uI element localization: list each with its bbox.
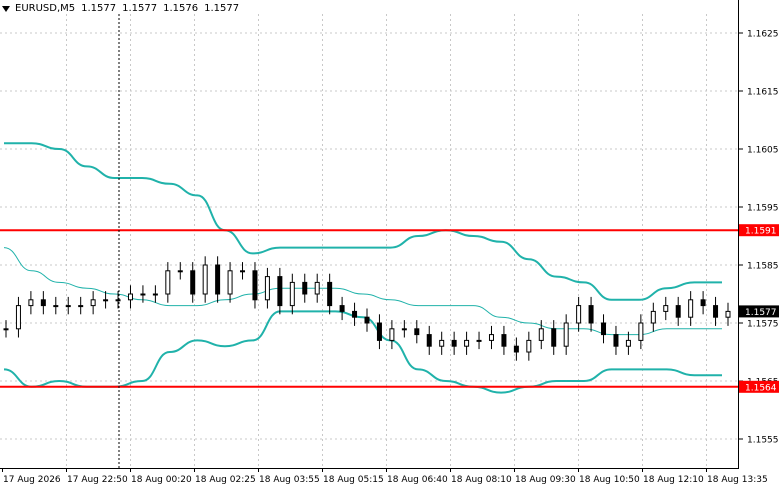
candle-body <box>451 339 457 347</box>
candle-body <box>364 316 370 324</box>
time-tick-label: 17 Aug 22:50 <box>67 475 128 485</box>
candle-body <box>401 328 407 331</box>
time-tick-label: 18 Aug 00:20 <box>131 475 192 485</box>
time-tick-label: 18 Aug 03:55 <box>259 475 320 485</box>
candle-body <box>28 299 34 307</box>
candle-body <box>190 270 196 295</box>
time-tick-label: 18 Aug 09:30 <box>515 475 576 485</box>
price-tick-label: 1.1575 <box>747 320 779 330</box>
candle-body <box>488 334 494 341</box>
price-tick-label: 1.1625 <box>747 30 779 40</box>
candle-body <box>78 305 84 308</box>
candle-body <box>327 281 333 307</box>
time-tick-label: 17 Aug 2026 <box>3 475 61 485</box>
candle-body <box>713 305 719 318</box>
candle-body <box>526 339 532 353</box>
candle-body <box>65 305 71 308</box>
price-tick-label: 1.1585 <box>747 262 779 272</box>
candle-body <box>700 299 706 307</box>
candle-body <box>464 339 470 347</box>
candle-body <box>501 334 507 347</box>
candle-body <box>90 299 96 307</box>
candle-body <box>40 299 46 307</box>
candle-body <box>376 322 382 341</box>
candle-body <box>588 305 594 324</box>
high-value: 1.1577 <box>122 3 158 14</box>
candle-body <box>638 322 644 341</box>
candle-body <box>650 310 656 324</box>
candle-body <box>177 270 183 273</box>
level-high-label: 1.1591 <box>745 227 777 237</box>
candle-body <box>688 299 694 318</box>
chart-title-bar: EURUSD,M5 1.1577 1.1577 1.1576 1.1577 <box>2 3 239 14</box>
time-tick-label: 18 Aug 05:15 <box>323 475 384 485</box>
candle-body <box>140 293 146 296</box>
candle-body <box>352 310 358 318</box>
candle-body <box>252 270 258 301</box>
candle-body <box>227 270 233 295</box>
candle-body <box>613 334 619 347</box>
price-tick-label: 1.1595 <box>747 204 779 214</box>
time-tick-label: 18 Aug 02:25 <box>195 475 256 485</box>
candle-body <box>663 305 669 312</box>
time-tick-label: 18 Aug 06:40 <box>387 475 448 485</box>
candle-body <box>103 299 109 302</box>
symbol-label: EURUSD,M5 <box>15 3 76 14</box>
candle-body <box>264 276 270 301</box>
candle-body <box>165 270 171 295</box>
candle-body <box>215 264 221 295</box>
candle-body <box>439 339 445 347</box>
close-value: 1.1577 <box>204 3 240 14</box>
chart-background <box>0 0 781 489</box>
candle-body <box>277 276 283 307</box>
candle-body <box>53 305 59 308</box>
price-tick-label: 1.1615 <box>747 88 779 98</box>
time-tick-label: 18 Aug 10:50 <box>579 475 640 485</box>
candle-body <box>314 281 320 295</box>
price-axis-background <box>739 0 781 489</box>
candle-body <box>476 339 482 342</box>
candle-body <box>302 281 308 295</box>
time-tick-label: 18 Aug 08:10 <box>451 475 512 485</box>
current-price-label: 1.1577 <box>745 308 777 318</box>
candle-body <box>725 310 731 318</box>
candle-body <box>240 270 246 273</box>
chart-window[interactable]: 1.1625 1.1615 1.1605 1.1595 1.1585 1.1575 1.15… <box>0 0 781 489</box>
candle-body <box>601 322 607 336</box>
candle-body <box>513 345 519 353</box>
candle-body <box>675 305 681 318</box>
level-low-label: 1.1564 <box>745 383 777 393</box>
candle-body <box>152 293 158 296</box>
candle-body <box>538 328 544 341</box>
price-tick-label: 1.1605 <box>747 146 779 156</box>
candle-body <box>3 328 9 331</box>
candle-body <box>414 328 420 336</box>
dropdown-triangle-icon[interactable] <box>2 5 10 12</box>
candle-body <box>576 305 582 324</box>
candle-body <box>289 281 295 307</box>
candle-body <box>563 322 569 347</box>
low-value: 1.1576 <box>163 3 199 14</box>
time-tick-label: 18 Aug 13:35 <box>707 475 768 485</box>
candle-body <box>625 339 631 347</box>
candle-body <box>339 305 345 312</box>
chart-canvas[interactable]: 1.1625 1.1615 1.1605 1.1595 1.1585 1.1575 1.15… <box>0 0 781 489</box>
open-value: 1.1577 <box>81 3 117 14</box>
price-tick-label: 1.1555 <box>747 436 779 446</box>
candle-body <box>202 264 208 295</box>
candle-body <box>426 334 432 347</box>
candle-body <box>127 293 133 301</box>
time-tick-label: 18 Aug 12:10 <box>643 475 704 485</box>
candle-body <box>389 328 395 341</box>
candle-body <box>15 305 21 330</box>
candle-body <box>551 328 557 347</box>
